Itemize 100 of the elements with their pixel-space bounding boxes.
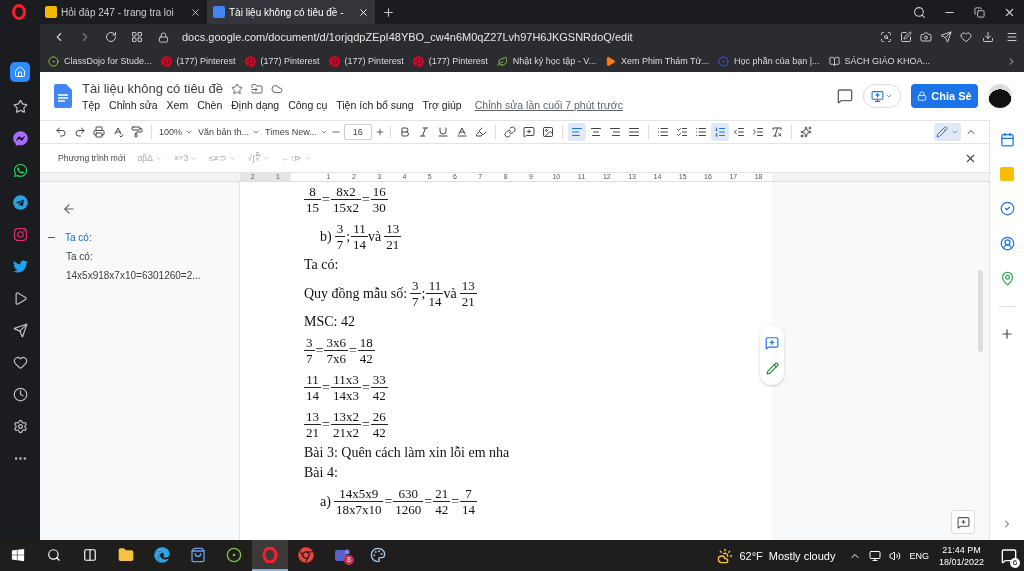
numerator: 630 [393,486,424,502]
menu-item[interactable]: Chỉnh sửa [109,99,158,111]
numerator: 16 [370,184,388,200]
numerator: 11 [304,372,321,388]
bookmark[interactable]: Nhật ký học tập - V... [496,55,596,67]
numerator: 8 [304,184,321,200]
math-text: và [443,285,457,302]
font-size-field[interactable]: 16 [343,124,372,140]
tab-title: Hỏi đáp 247 - trang tra loi [61,6,175,18]
outline-item[interactable]: Ta có: [40,232,239,243]
weather-text: Mostly cloudy [768,549,836,562]
paragraph: MSC: 42 [304,313,356,331]
math-text: Quy đồng mẫu số: [304,285,408,302]
math-operator: = [361,379,370,396]
numerator: 18 [357,335,375,351]
denominator: 14 [427,294,443,309]
menu-item[interactable]: Chèn [197,99,223,111]
outline-item[interactable]: 14x5x918x7x10=6301260=2... [40,270,239,281]
bookmark[interactable]: ClassDojo for Stude... [48,55,152,67]
bookmark[interactable]: (177) Pinterest [328,55,404,67]
menu-item[interactable]: Xem [166,99,189,111]
denominator: 18x7x10 [334,502,383,517]
math-operator: = [348,342,357,359]
math-operator: = [315,342,324,359]
denominator: 14 [305,388,320,403]
temperature: 62°F [739,549,763,562]
bookmark[interactable]: Xem Phim Thám Tử... [604,55,710,67]
notification-count: 6 [1010,557,1020,568]
numerator: 13x2 [330,409,361,425]
bookmark[interactable]: SÁCH GIÁO KHOA... [828,55,931,67]
denominator: 42 [434,502,450,517]
outline-item[interactable]: Ta có: [40,251,239,262]
numerator: 3 [304,335,315,351]
denominator: 21x2 [331,425,360,440]
denominator: 7x6 [325,351,347,366]
language-indicator[interactable]: ENG [909,550,929,561]
paragraph: Bài 4: [304,464,339,482]
numerator: 21 [433,486,451,502]
math-operator: = [322,191,330,208]
denominator: 42 [371,388,387,403]
math-operator: = [451,493,460,510]
tab-title: Tài liệu không có tiêu đề - [229,6,345,18]
math-text: b) [320,228,332,245]
menu-item[interactable]: Trợ giúp [422,99,462,111]
paragraph: Bài 3: Quên cách làm xin lỗi em nha [304,444,511,462]
menu-item[interactable]: Công cụ [288,99,328,111]
bookmark[interactable]: (177) Pinterest [160,55,236,67]
document-title[interactable]: Tài liệu không có tiêu đề [82,81,223,96]
share-button[interactable]: Chia Sẻ [911,84,978,108]
dropdown-button[interactable]: Văn bản th... [196,123,263,141]
clock[interactable]: 21:44 PM 18/01/2022 [938,543,984,568]
numerator: 26 [370,409,388,425]
denominator: 30 [371,200,387,215]
numerator: 33 [370,372,388,388]
numerator: 8x2 [330,184,361,200]
numerator: 13 [384,221,402,237]
denominator: 14 [352,237,368,252]
dropdown-button[interactable]: 100% [157,123,196,141]
denominator: 42 [358,351,374,366]
denominator: 7 [305,351,314,366]
denominator: 15 [305,200,320,215]
dropdown-button[interactable]: Times New... [263,123,330,141]
browser-tab[interactable]: Hỏi đáp 247 - trang tra loi [39,0,207,24]
numerator: 11 [426,278,444,294]
menu-item[interactable]: Tệp [82,99,101,111]
denominator: 21 [460,294,476,309]
last-edit-link[interactable]: Chỉnh sửa lần cuối 7 phút trước [474,99,623,111]
math-text: a) [320,493,331,510]
math-operator: ; [421,285,426,302]
numerator: 14x5x9 [333,486,384,502]
menu-item[interactable]: Tiện ích bổ sung [336,99,414,111]
denominator: 14 [461,502,477,517]
denominator: 21 [305,425,320,440]
denominator: 1260 [394,502,423,517]
math-text: và [368,228,382,245]
denominator: 15x2 [331,200,360,215]
bookmark[interactable]: Học phần của bạn |... [718,55,820,67]
math-operator: = [322,416,330,433]
denominator: 42 [371,425,387,440]
numerator: 3x6 [324,335,348,351]
denominator: 21 [385,237,401,252]
denominator: 7 [335,237,345,252]
equation-label: Phương trình mới [58,153,126,163]
numerator: 13 [459,278,477,294]
math-operator: = [361,191,370,208]
menu-item[interactable]: Định dạng [231,99,280,111]
math-operator: = [322,379,330,396]
bookmark[interactable]: (177) Pinterest [244,55,320,67]
numerator: 7 [460,486,478,502]
math-operator: = [424,493,433,510]
numerator: 3 [410,278,421,294]
math-operator: = [361,416,370,433]
denominator: 14x3 [331,388,360,403]
denominator: 7 [411,294,420,309]
numerator: 3 [334,221,346,237]
paragraph: Ta có: [304,256,340,274]
numerator: 13 [304,409,321,425]
bookmark[interactable]: (177) Pinterest [412,55,488,67]
numerator: 11 [351,221,369,237]
browser-tab[interactable]: Tài liệu không có tiêu đề - [207,0,375,24]
